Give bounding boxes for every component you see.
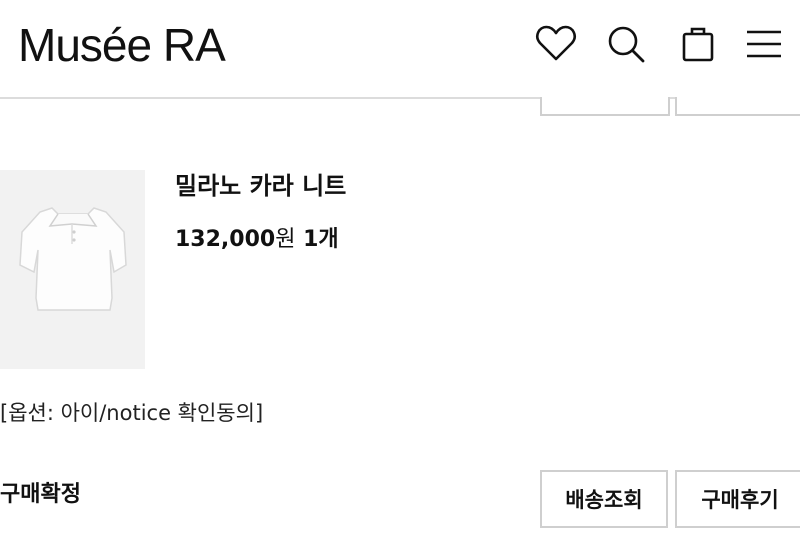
brand-logo[interactable]: Musée RA [18, 18, 226, 72]
heart-icon [536, 25, 576, 61]
product-thumbnail[interactable] [0, 170, 145, 369]
previous-item-button[interactable] [540, 97, 670, 116]
wishlist-button[interactable] [534, 22, 578, 66]
price-value: 132,000 [175, 227, 276, 252]
product-option: [옵션: 아이/notice 확인동의] [0, 401, 264, 425]
product-name[interactable]: 밀라노 카라 니트 [175, 170, 346, 202]
shirt-image [0, 170, 145, 369]
review-button[interactable]: 구매후기 [675, 470, 800, 528]
quantity: 1개 [303, 227, 339, 252]
order-status: 구매확정 [0, 482, 81, 507]
bag-icon [682, 27, 714, 62]
search-button[interactable] [604, 22, 648, 66]
tracking-button[interactable]: 배송조회 [540, 470, 668, 528]
currency-unit: 원 [275, 227, 296, 252]
menu-button[interactable] [742, 22, 786, 66]
search-icon [608, 26, 645, 63]
price-line: 132,000원 1개 [175, 225, 339, 255]
menu-icon [747, 30, 781, 58]
cart-button[interactable] [676, 22, 720, 66]
site-header: Musée RA [0, 0, 800, 99]
previous-item-button-2[interactable] [675, 97, 800, 116]
